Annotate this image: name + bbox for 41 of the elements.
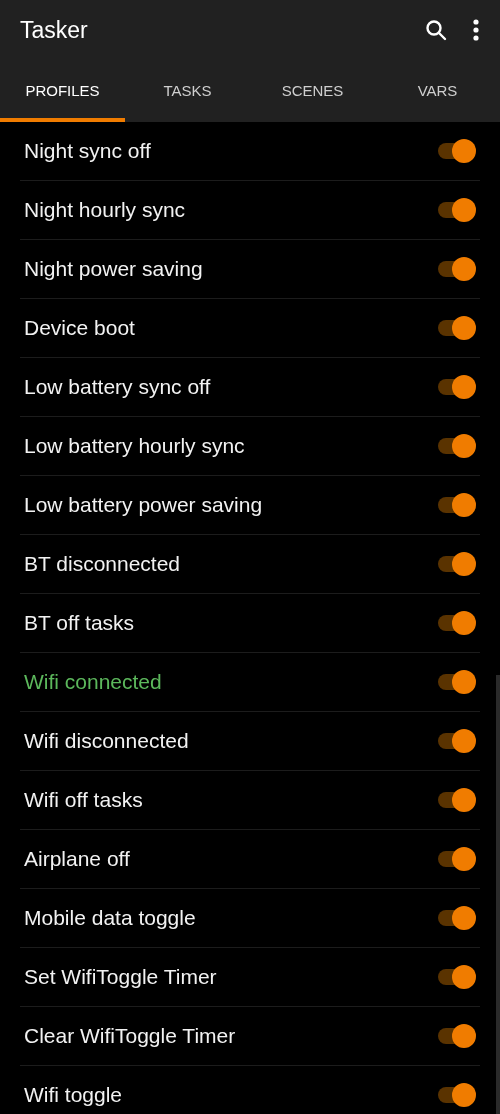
toggle-switch[interactable]: [436, 493, 476, 517]
toggle-switch[interactable]: [436, 965, 476, 989]
toggle-switch[interactable]: [436, 788, 476, 812]
toggle-switch[interactable]: [436, 906, 476, 930]
profile-name[interactable]: Low battery sync off: [20, 375, 211, 399]
profile-name[interactable]: Mobile data toggle: [20, 906, 196, 930]
toggle-switch[interactable]: [436, 316, 476, 340]
toggle-switch[interactable]: [436, 434, 476, 458]
toggle-switch[interactable]: [436, 847, 476, 871]
toggle-switch[interactable]: [436, 198, 476, 222]
profile-name[interactable]: Device boot: [20, 316, 135, 340]
profile-name[interactable]: Set WifiToggle Timer: [20, 965, 217, 989]
tab[interactable]: SCENES: [250, 60, 375, 122]
toggle-switch[interactable]: [436, 1083, 476, 1107]
profile-name[interactable]: Night sync off: [20, 139, 151, 163]
toggle-switch[interactable]: [436, 611, 476, 635]
more-icon: [472, 19, 480, 41]
profile-name[interactable]: Airplane off: [20, 847, 130, 871]
profile-name[interactable]: Night power saving: [20, 257, 203, 281]
app-title: Tasker: [20, 16, 89, 44]
toggle-switch[interactable]: [436, 552, 476, 576]
toggle-switch[interactable]: [436, 670, 476, 694]
profile-name[interactable]: BT off tasks: [20, 611, 135, 635]
profile-name[interactable]: Wifi toggle: [20, 1083, 123, 1107]
profile-name[interactable]: Low battery hourly sync: [20, 434, 245, 458]
profile-name[interactable]: Wifi connected: [20, 670, 162, 694]
profile-name[interactable]: Clear WifiToggle Timer: [20, 1024, 236, 1048]
profile-name[interactable]: Night hourly sync: [20, 198, 186, 222]
tab[interactable]: VARS: [375, 60, 500, 122]
toggle-switch[interactable]: [436, 729, 476, 753]
toggle-switch[interactable]: [436, 257, 476, 281]
profile-name[interactable]: Wifi off tasks: [20, 788, 143, 812]
toggle-switch[interactable]: [436, 375, 476, 399]
toggle-switch[interactable]: [436, 1024, 476, 1048]
profile-name[interactable]: BT disconnected: [20, 552, 181, 576]
toggle-switch[interactable]: [436, 139, 476, 163]
profile-name[interactable]: Low battery power saving: [20, 493, 263, 517]
tab[interactable]: TASKS: [125, 60, 250, 122]
tab[interactable]: PROFILES: [0, 60, 125, 122]
profile-name[interactable]: Wifi disconnected: [20, 729, 189, 753]
search-icon: [424, 18, 448, 42]
